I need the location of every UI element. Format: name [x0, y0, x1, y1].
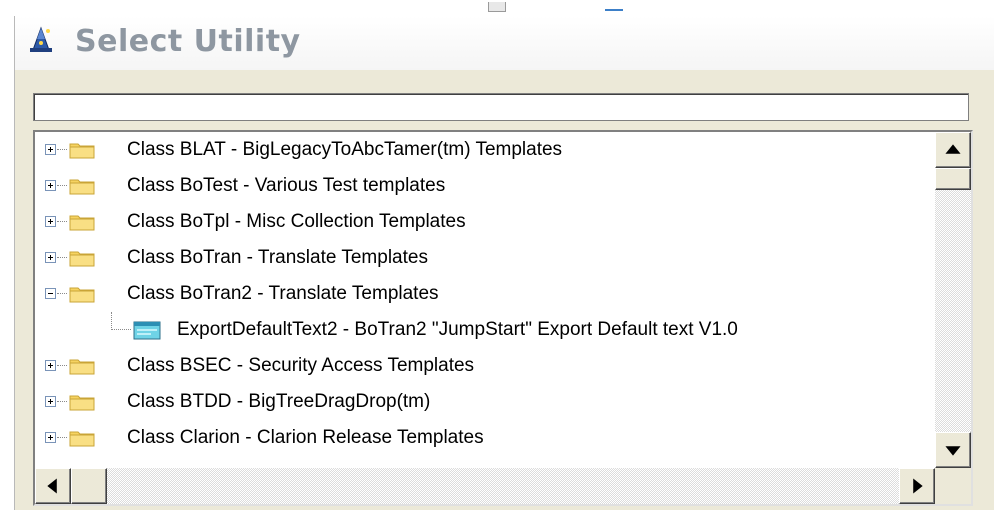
tree-item-label: Class BoTran - Translate Templates — [127, 247, 428, 268]
tree-item-blat[interactable]: Class BLAT - BigLegacyToAbcTamer(tm) Tem… — [35, 132, 935, 168]
tree-connector — [57, 149, 67, 150]
tree-connector — [57, 185, 67, 186]
top-edge-fragment — [0, 0, 994, 16]
folder-icon — [69, 431, 95, 447]
tree-connector — [57, 293, 67, 294]
window-title: Select Utility — [75, 24, 301, 59]
expand-plus-icon[interactable] — [45, 432, 56, 443]
folder-icon — [69, 251, 95, 267]
tree-item-clarion[interactable]: Class Clarion - Clarion Release Template… — [35, 420, 935, 456]
tree-item-label: Class BoTran2 - Translate Templates — [127, 283, 439, 304]
tree-connector — [111, 329, 131, 330]
arrow-right-icon — [913, 478, 923, 494]
tree-connector — [57, 365, 67, 366]
wizard-hat-icon — [30, 26, 52, 52]
scroll-left-button[interactable] — [35, 468, 71, 504]
expand-plus-icon[interactable] — [45, 144, 56, 155]
tree-connector — [57, 401, 67, 402]
tree-connector — [57, 257, 67, 258]
tree-item-label: Class Clarion - Clarion Release Template… — [127, 427, 484, 448]
expand-plus-icon[interactable] — [45, 180, 56, 191]
vertical-scroll-thumb[interactable] — [935, 168, 971, 190]
folder-icon — [69, 179, 95, 195]
tree-item-label: Class BoTpl - Misc Collection Templates — [127, 211, 466, 232]
expand-plus-icon[interactable] — [45, 216, 56, 227]
collapse-minus-icon[interactable] — [45, 288, 56, 299]
tree-item-botran[interactable]: Class BoTran - Translate Templates — [35, 240, 935, 276]
folder-icon — [69, 287, 95, 303]
expand-plus-icon[interactable] — [45, 396, 56, 407]
scroll-up-button[interactable] — [935, 132, 971, 168]
folder-icon — [69, 395, 95, 411]
folder-icon — [69, 359, 95, 375]
expand-plus-icon[interactable] — [45, 360, 56, 371]
tree-item-exportdefaulttext2[interactable]: ExportDefaultText2 - BoTran2 "JumpStart"… — [35, 312, 935, 348]
tree-item-label: Class BLAT - BigLegacyToAbcTamer(tm) Tem… — [127, 139, 563, 160]
window-header: Select Utility — [15, 16, 994, 70]
tree-connector — [111, 312, 112, 330]
tree-item-label: Class BTDD - BigTreeDragDrop(tm) — [127, 391, 431, 412]
background-window-fragment — [488, 2, 506, 12]
arrow-left-icon — [47, 478, 57, 494]
tree-item-label: Class BSEC - Security Access Templates — [127, 355, 475, 376]
folder-icon — [69, 143, 95, 159]
tree-item-label: Class BoTest - Various Test templates — [127, 175, 446, 196]
tree-item-botran2[interactable]: Class BoTran2 - Translate Templates — [35, 276, 935, 312]
scroll-down-button[interactable] — [935, 432, 971, 468]
tree-item-btdd[interactable]: Class BTDD - BigTreeDragDrop(tm) — [35, 384, 935, 420]
expand-plus-icon[interactable] — [45, 252, 56, 263]
vertical-scrollbar[interactable] — [935, 132, 971, 468]
scroll-right-button[interactable] — [899, 468, 935, 504]
select-utility-window: Select Utility Class BLAT - BigLegacyToA… — [14, 16, 994, 510]
tree-item-bsec[interactable]: Class BSEC - Security Access Templates — [35, 348, 935, 384]
tree-connector — [57, 437, 67, 438]
search-input[interactable] — [33, 93, 969, 121]
tree-item-label: ExportDefaultText2 - BoTran2 "JumpStart"… — [177, 319, 738, 340]
tree-item-botpl[interactable]: Class BoTpl - Misc Collection Templates — [35, 204, 935, 240]
folder-icon — [69, 215, 95, 231]
utility-tree[interactable]: Class BLAT - BigLegacyToAbcTamer(tm) Tem… — [33, 130, 973, 506]
scrollbar-corner — [935, 468, 971, 504]
background-window-fragment — [605, 9, 623, 11]
utility-template-icon — [133, 321, 161, 340]
tree-item-botest[interactable]: Class BoTest - Various Test templates — [35, 168, 935, 204]
horizontal-scroll-thumb[interactable] — [71, 468, 107, 504]
tree-connector — [57, 221, 67, 222]
arrow-down-icon — [945, 446, 961, 456]
horizontal-scrollbar[interactable] — [35, 468, 935, 504]
arrow-up-icon — [945, 144, 961, 154]
tree-rows: Class BLAT - BigLegacyToAbcTamer(tm) Tem… — [35, 132, 935, 467]
